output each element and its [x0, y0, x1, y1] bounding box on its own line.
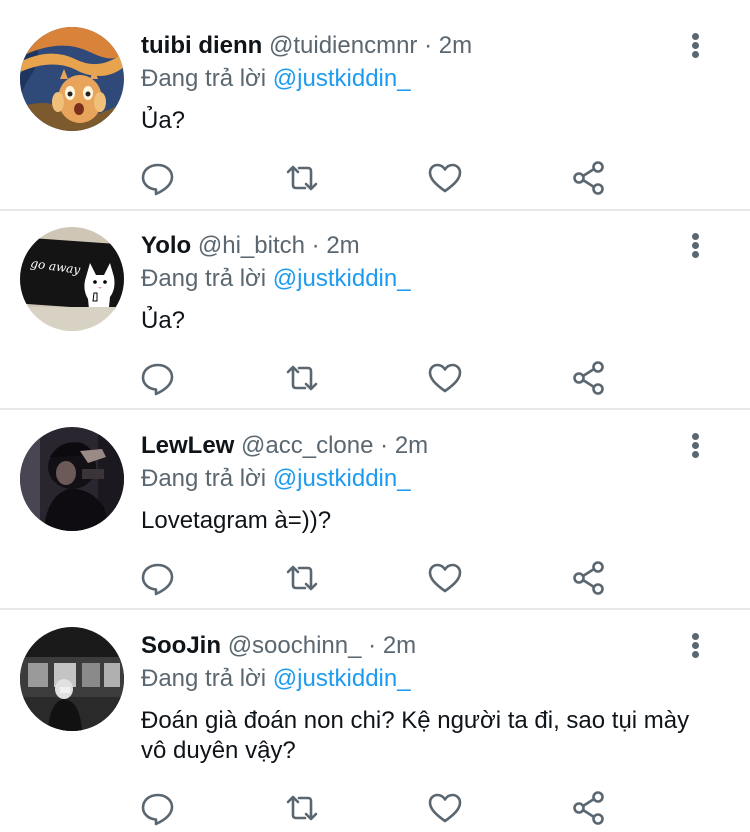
timestamp[interactable]: 2m — [326, 232, 359, 259]
heart-icon — [428, 793, 462, 823]
avatar[interactable] — [20, 627, 124, 731]
user-handle[interactable]: @acc_clone — [241, 432, 373, 459]
user-handle[interactable]: @soochinn_ — [228, 632, 362, 659]
retweet-icon — [286, 165, 318, 191]
display-name[interactable]: tuibi dienn — [141, 32, 262, 59]
reply-prefix: Đang trả lời — [141, 65, 267, 92]
separator-dot: · — [380, 432, 389, 459]
tweet-item[interactable]: tuibi dienn @tuidiencmnr · 2m Đang trả l… — [0, 0, 750, 211]
more-vertical-icon[interactable] — [686, 31, 706, 61]
avatar-image: go away — [20, 227, 124, 331]
tweet-header: SooJin @soochinn_ · 2m — [141, 631, 416, 661]
avatar[interactable] — [20, 27, 124, 131]
like-button[interactable] — [425, 358, 465, 398]
avatar[interactable] — [20, 427, 124, 531]
separator-dot: · — [368, 632, 377, 659]
reply-button[interactable] — [138, 358, 178, 398]
reply-context: Đang trả lời @justkiddin_ — [141, 464, 411, 494]
timestamp[interactable]: 2m — [395, 432, 428, 459]
tweet-header: Yolo @hi_bitch · 2m — [141, 231, 360, 261]
reply-icon — [141, 563, 174, 596]
reply-context: Đang trả lời @justkiddin_ — [141, 664, 411, 694]
tweet-text: Đoán già đoán non chi? Kệ người ta đi, s… — [141, 707, 690, 764]
reply-icon — [141, 163, 174, 196]
like-button[interactable] — [425, 788, 465, 828]
tweet-actions — [0, 788, 750, 828]
user-handle[interactable]: @tuidiencmnr — [269, 32, 417, 59]
more-vertical-icon[interactable] — [686, 631, 706, 661]
reply-context: Đang trả lời @justkiddin_ — [141, 64, 411, 94]
mention-link[interactable]: @justkiddin_ — [273, 65, 411, 92]
share-button[interactable] — [569, 788, 609, 828]
retweet-icon — [286, 365, 318, 391]
display-name[interactable]: SooJin — [141, 632, 221, 659]
share-icon — [573, 361, 604, 395]
timestamp[interactable]: 2m — [383, 632, 416, 659]
tweet-header: tuibi dienn @tuidiencmnr · 2m — [141, 31, 472, 61]
reply-button[interactable] — [138, 558, 178, 598]
share-button[interactable] — [569, 358, 609, 398]
timestamp[interactable]: 2m — [439, 32, 472, 59]
reply-prefix: Đang trả lời — [141, 465, 267, 492]
mention-link[interactable]: @justkiddin_ — [273, 665, 411, 692]
tweet-actions — [0, 358, 750, 398]
separator-dot: · — [424, 32, 433, 59]
tweet-item[interactable]: SooJin @soochinn_ · 2m Đang trả lời @jus… — [0, 610, 750, 832]
avatar-image — [20, 427, 124, 531]
reply-prefix: Đang trả lời — [141, 265, 267, 292]
mention-link[interactable]: @justkiddin_ — [273, 465, 411, 492]
tweet-header: LewLew @acc_clone · 2m — [141, 431, 428, 461]
display-name[interactable]: Yolo — [141, 232, 191, 259]
tweet-actions — [0, 558, 750, 598]
mention-link[interactable]: @justkiddin_ — [273, 265, 411, 292]
retweet-button[interactable] — [282, 158, 322, 198]
share-button[interactable] — [569, 158, 609, 198]
more-vertical-icon[interactable] — [686, 231, 706, 261]
tweet-text: Ủa? — [141, 307, 186, 334]
tweet-actions — [0, 158, 750, 198]
share-icon — [573, 791, 604, 825]
tweet-text: Lovetagram à=))? — [141, 507, 332, 534]
more-vertical-icon[interactable] — [686, 431, 706, 461]
share-button[interactable] — [569, 558, 609, 598]
reply-icon — [141, 793, 174, 826]
avatar-image — [20, 27, 124, 131]
share-icon — [573, 561, 604, 595]
reply-button[interactable] — [138, 158, 178, 198]
avatar[interactable]: go away — [20, 227, 124, 331]
tweet-text: Ủa? — [141, 107, 186, 134]
user-handle[interactable]: @hi_bitch — [198, 232, 305, 259]
retweet-button[interactable] — [282, 358, 322, 398]
retweet-icon — [286, 565, 318, 591]
heart-icon — [428, 363, 462, 393]
retweet-icon — [286, 795, 318, 821]
like-button[interactable] — [425, 158, 465, 198]
share-icon — [573, 161, 604, 195]
retweet-button[interactable] — [282, 788, 322, 828]
reply-prefix: Đang trả lời — [141, 665, 267, 692]
reply-icon — [141, 363, 174, 396]
separator-dot: · — [311, 232, 320, 259]
avatar-image — [20, 627, 124, 731]
tweet-item[interactable]: go away Yolo @hi_bitch · 2m Đang trả lời… — [0, 211, 750, 410]
reply-button[interactable] — [138, 788, 178, 828]
like-button[interactable] — [425, 558, 465, 598]
reply-context: Đang trả lời @justkiddin_ — [141, 264, 411, 294]
heart-icon — [428, 163, 462, 193]
display-name[interactable]: LewLew — [141, 432, 234, 459]
tweet-item[interactable]: LewLew @acc_clone · 2m Đang trả lời @jus… — [0, 410, 750, 610]
heart-icon — [428, 563, 462, 593]
retweet-button[interactable] — [282, 558, 322, 598]
